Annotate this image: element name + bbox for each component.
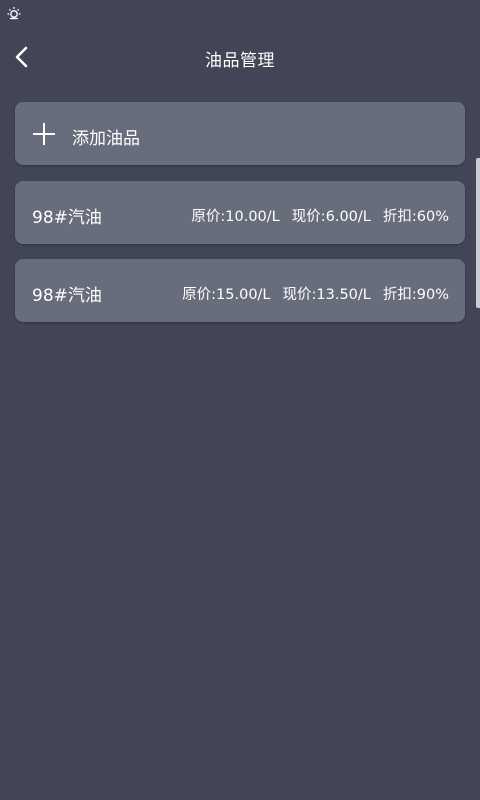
original-price: 原价:15.00/L	[182, 287, 271, 303]
oil-price-info: 原价:15.00/L 现价:13.50/L 折扣:90%	[182, 283, 449, 304]
oil-item[interactable]: 98#汽油 原价:10.00/L 现价:6.00/L 折扣:60%	[15, 181, 465, 244]
current-price: 现价:13.50/L	[282, 287, 371, 303]
status-bar	[0, 0, 480, 26]
oil-price-info: 原价:10.00/L 现价:6.00/L 折扣:60%	[191, 205, 449, 226]
oil-name: 98#汽油	[32, 208, 102, 228]
oil-name: 98#汽油	[32, 286, 102, 306]
add-oil-button[interactable]: 添加油品	[15, 102, 465, 165]
app-bar: 油品管理	[0, 30, 480, 86]
original-price: 原价:10.00/L	[191, 209, 280, 225]
plus-icon	[33, 123, 55, 145]
oil-item[interactable]: 98#汽油 原价:15.00/L 现价:13.50/L 折扣:90%	[15, 259, 465, 322]
discount: 折扣:60%	[382, 209, 449, 225]
add-oil-label: 添加油品	[72, 129, 140, 149]
oil-management-screen: 油品管理 添加油品 98#汽油 原价:10.00/L 现价:6.00/L 折扣:…	[0, 0, 480, 800]
discount: 折扣:90%	[382, 287, 449, 303]
current-price: 现价:6.00/L	[291, 209, 371, 225]
scrollbar[interactable]	[476, 158, 480, 308]
notification-sun-icon	[7, 7, 21, 20]
page-title: 油品管理	[205, 51, 275, 71]
